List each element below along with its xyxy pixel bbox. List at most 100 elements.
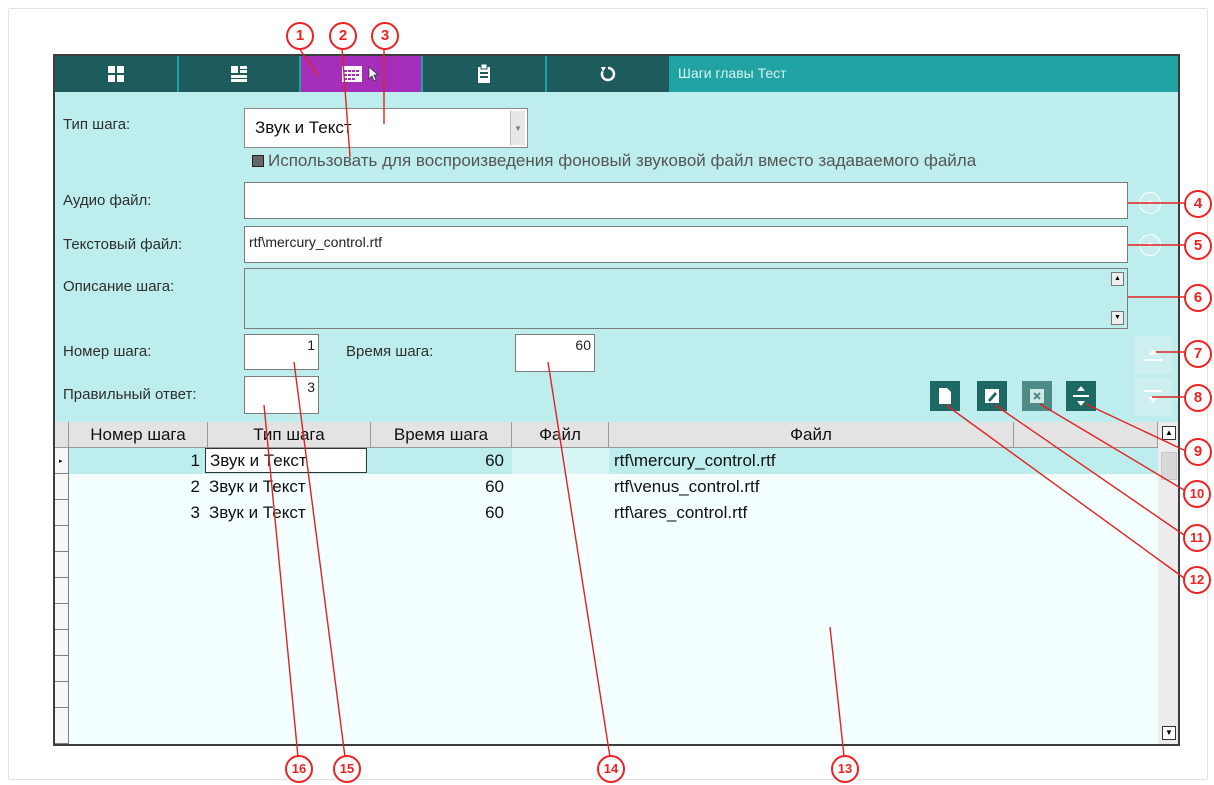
delete-icon xyxy=(1030,389,1044,403)
row-indicator xyxy=(55,526,69,552)
correct-answer-label: Правильный ответ: xyxy=(63,386,197,403)
text-file-input[interactable]: rtf\mercury_control.rtf xyxy=(244,226,1128,263)
callout-13: 13 xyxy=(831,755,859,783)
correct-answer-input[interactable]: 3 xyxy=(244,376,319,414)
move-down-button[interactable] xyxy=(1134,378,1172,416)
column-header-step-number[interactable]: Номер шага xyxy=(69,422,208,448)
row-indicator xyxy=(55,474,69,500)
description-label: Описание шага: xyxy=(63,278,175,295)
step-time-cell: 60 xyxy=(485,451,504,470)
step-type-label: Тип шага: xyxy=(63,116,131,133)
step-type-cell: Звук и Текст xyxy=(209,503,306,522)
browse-icon: ▾ xyxy=(1139,192,1161,214)
scroll-up-icon[interactable]: ▲ xyxy=(1162,426,1176,440)
callout-1: 1 xyxy=(286,22,314,50)
calendar-icon xyxy=(342,66,362,82)
list-icon xyxy=(231,66,247,82)
file-path-cell: rtf\ares_control.rtf xyxy=(614,503,748,522)
column-header-file[interactable]: Файл xyxy=(512,422,609,448)
grid-view-button[interactable] xyxy=(55,56,179,92)
edit-step-button[interactable] xyxy=(977,381,1007,411)
scroll-up-icon[interactable]: ▲ xyxy=(1111,272,1124,286)
step-type-value: Звук и Текст xyxy=(255,118,352,137)
file-cell xyxy=(512,448,609,474)
text-file-browse-button[interactable]: ▾ xyxy=(1135,230,1165,260)
callout-10: 10 xyxy=(1183,480,1211,508)
insert-step-button[interactable] xyxy=(1066,381,1096,411)
move-up-icon xyxy=(1144,349,1162,361)
callout-12: 12 xyxy=(1183,566,1211,594)
background-audio-label: Использовать для воспроизведения фоновый… xyxy=(268,151,977,170)
callout-16: 16 xyxy=(285,755,313,783)
step-time-label: Время шага: xyxy=(346,343,434,360)
table-header-indicator xyxy=(55,422,69,448)
chevron-down-icon[interactable]: ▾ xyxy=(510,111,525,145)
file-path-cell: rtf\mercury_control.rtf xyxy=(614,451,776,470)
scrollbar-thumb[interactable] xyxy=(1161,452,1177,480)
step-number-cell: 2 xyxy=(190,477,200,496)
refresh-icon xyxy=(600,66,616,82)
row-indicator xyxy=(55,682,69,708)
insert-icon xyxy=(1073,386,1089,406)
column-header-spare xyxy=(1014,422,1158,448)
step-type-cell[interactable]: Звук и Текст xyxy=(205,448,367,473)
new-step-button[interactable] xyxy=(930,381,960,411)
callout-2: 2 xyxy=(329,22,357,50)
move-down-icon xyxy=(1144,390,1162,403)
callout-8: 8 xyxy=(1184,384,1212,412)
row-indicator xyxy=(55,604,69,630)
step-number-input[interactable]: 1 xyxy=(244,334,319,370)
row-indicator xyxy=(55,578,69,604)
column-header-step-time[interactable]: Время шага xyxy=(371,422,512,448)
background-audio-checkbox[interactable] xyxy=(252,154,264,167)
callout-6: 6 xyxy=(1184,284,1212,312)
file-cell xyxy=(512,500,609,526)
move-up-button[interactable] xyxy=(1134,336,1172,374)
scroll-down-icon[interactable]: ▼ xyxy=(1111,311,1124,325)
steps-view-button[interactable] xyxy=(301,56,423,92)
refresh-button[interactable] xyxy=(547,56,671,92)
vertical-scrollbar[interactable]: ▲ ▼ xyxy=(1158,422,1178,744)
callout-11: 11 xyxy=(1183,524,1211,552)
row-indicator xyxy=(55,630,69,656)
row-indicator xyxy=(55,708,69,744)
text-file-label: Текстовый файл: xyxy=(63,236,183,253)
column-header-step-type[interactable]: Тип шага xyxy=(208,422,371,448)
step-time-cell: 60 xyxy=(485,477,504,496)
callout-14: 14 xyxy=(597,755,625,783)
toolbar: Шаги главы Тест xyxy=(55,56,1178,92)
step-time-input[interactable]: 60 xyxy=(515,334,595,372)
file-path-cell: rtf\venus_control.rtf xyxy=(614,477,760,496)
row-indicator xyxy=(55,500,69,526)
delete-step-button[interactable] xyxy=(1022,381,1052,411)
callout-15: 15 xyxy=(333,755,361,783)
table-row[interactable]: 3 Звук и Текст 60 rtf\ares_control.rtf xyxy=(55,500,1158,526)
row-indicator: ▸ xyxy=(55,448,69,474)
description-textarea[interactable]: ▲ ▼ xyxy=(244,268,1128,329)
clipboard-button[interactable] xyxy=(423,56,547,92)
step-number-cell: 1 xyxy=(190,451,200,470)
audio-file-browse-button[interactable]: ▾ xyxy=(1135,188,1165,218)
step-number-label: Номер шага: xyxy=(63,343,152,360)
step-time-cell: 60 xyxy=(485,503,504,522)
callout-7: 7 xyxy=(1184,340,1212,368)
table-row[interactable]: 2 Звук и Текст 60 rtf\venus_control.rtf xyxy=(55,474,1158,500)
list-view-button[interactable] xyxy=(179,56,301,92)
cursor-icon xyxy=(368,66,380,82)
pencil-icon xyxy=(985,389,999,403)
scroll-down-icon[interactable]: ▼ xyxy=(1162,726,1176,740)
callout-5: 5 xyxy=(1184,232,1212,260)
callout-9: 9 xyxy=(1184,438,1212,466)
callout-4: 4 xyxy=(1184,190,1212,218)
new-file-icon xyxy=(939,388,951,404)
background-audio-option[interactable]: Использовать для воспроизведения фоновый… xyxy=(252,151,976,171)
column-header-file-path[interactable]: Файл xyxy=(609,422,1014,448)
audio-file-label: Аудио файл: xyxy=(63,192,152,209)
step-type-select[interactable]: Звук и Текст ▾ xyxy=(244,108,528,148)
clipboard-icon xyxy=(478,64,490,83)
steps-table: Номер шага Тип шага Время шага Файл Файл… xyxy=(55,422,1178,744)
row-indicator xyxy=(55,552,69,578)
audio-file-input[interactable] xyxy=(244,182,1128,219)
current-row-icon: ▸ xyxy=(59,458,63,465)
table-row[interactable]: ▸ 1 Звук и Текст 60 rtf\mercury_control.… xyxy=(55,448,1158,474)
